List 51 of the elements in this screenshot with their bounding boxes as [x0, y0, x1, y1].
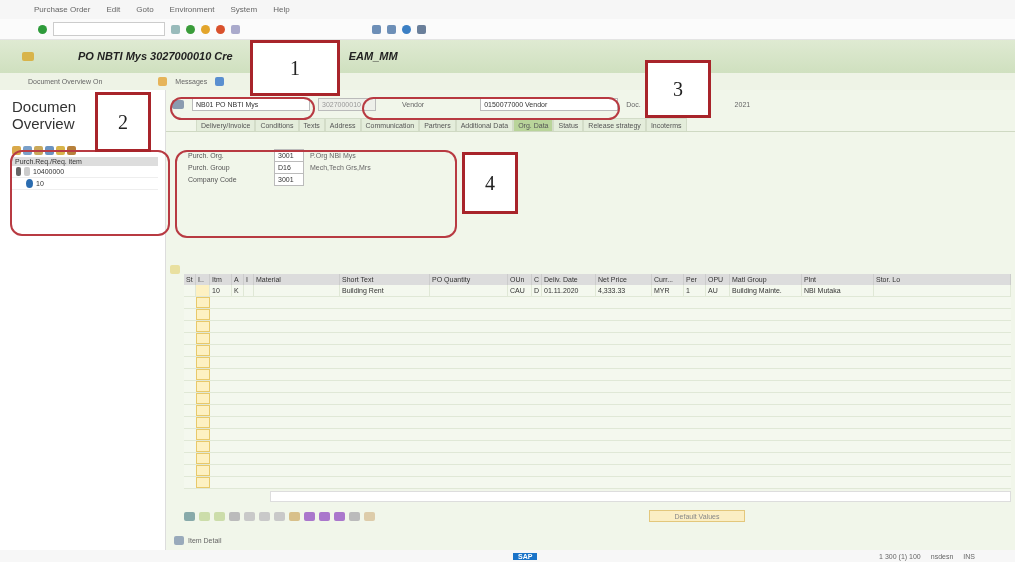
callout-number: 4: [462, 152, 518, 214]
panel-title: Overview: [12, 115, 75, 133]
menu-item[interactable]: Environment: [169, 5, 215, 15]
table-tool-icon[interactable]: [229, 511, 240, 521]
row-selector[interactable]: [196, 465, 210, 477]
row-selector[interactable]: [196, 297, 210, 309]
row-selector[interactable]: [196, 441, 210, 453]
table-tool-icon[interactable]: [274, 511, 285, 521]
callout-number: 3: [645, 60, 711, 118]
menu-item[interactable]: Goto: [136, 5, 154, 15]
row-selector[interactable]: [196, 369, 210, 381]
row-selector[interactable]: [196, 477, 210, 489]
table-cell: [196, 285, 210, 298]
command-field[interactable]: [53, 22, 165, 37]
table-tool-icon[interactable]: [364, 511, 375, 521]
table-tool-icon[interactable]: [319, 511, 330, 521]
row-selector[interactable]: [196, 321, 210, 333]
panel-title: Documen: [12, 98, 77, 116]
row-selector[interactable]: [196, 405, 210, 417]
window-title: EAM_MM: [348, 50, 398, 63]
menu-item[interactable]: Help: [273, 5, 290, 15]
callout-number: 1: [250, 40, 340, 96]
table-tool-icon[interactable]: [214, 511, 225, 521]
row-selector[interactable]: [196, 345, 210, 357]
window-title: PO NBTI Mys 3027000010 Cre: [78, 50, 233, 63]
table-settings-icon[interactable]: [170, 265, 180, 275]
table-tool-icon[interactable]: [244, 511, 255, 521]
scrollbar[interactable]: [270, 491, 1011, 503]
row-selector[interactable]: [196, 309, 210, 321]
row-selector[interactable]: [196, 333, 210, 345]
row-selector[interactable]: [196, 417, 210, 429]
table-tool-icon[interactable]: [289, 511, 300, 521]
callout-number: 2: [95, 92, 151, 152]
row-selector[interactable]: [196, 381, 210, 393]
item-dot-icon: [26, 179, 33, 189]
table-tool-icon[interactable]: [259, 511, 270, 521]
table-tool-icon[interactable]: [334, 511, 345, 521]
expanded-icon[interactable]: [16, 167, 21, 177]
menu-item[interactable]: Purchase Order: [34, 5, 91, 15]
row-selector[interactable]: [196, 453, 210, 465]
row-selector[interactable]: [196, 357, 210, 369]
menu-item[interactable]: System: [230, 5, 258, 15]
header-icon: [172, 99, 184, 109]
row-selector[interactable]: [196, 393, 210, 405]
table-tool-icon[interactable]: [199, 511, 210, 521]
menu-item[interactable]: Edit: [106, 5, 121, 15]
table-tool-icon[interactable]: [184, 511, 195, 521]
row-selector[interactable]: [196, 429, 210, 441]
table-tool-icon[interactable]: [304, 511, 315, 521]
expand-icon[interactable]: [174, 535, 184, 545]
table-tool-icon[interactable]: [349, 511, 360, 521]
